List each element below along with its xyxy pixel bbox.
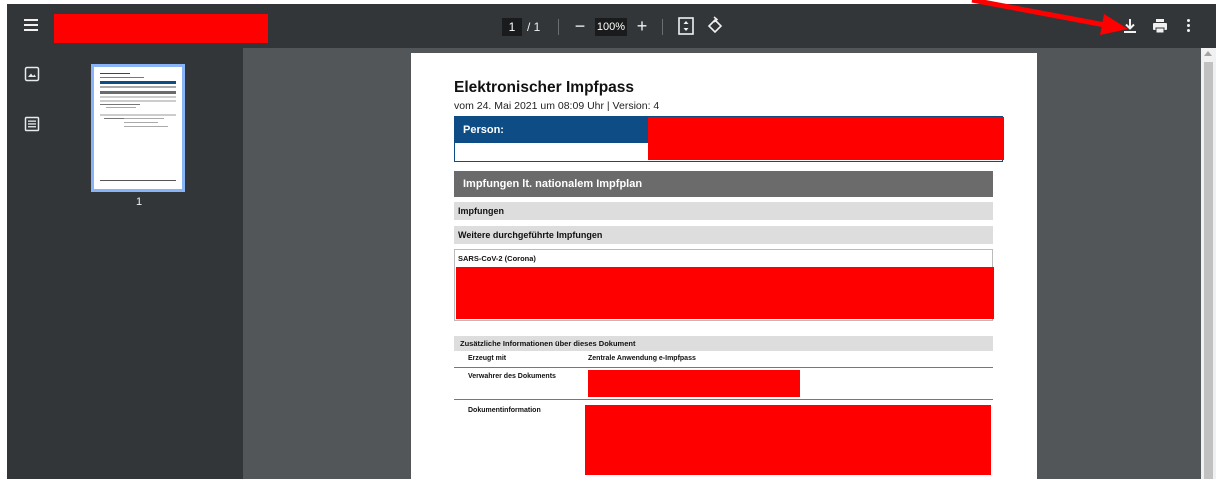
- scroll-up-arrow-icon[interactable]: [1204, 51, 1212, 56]
- section-bar-impfungen: [454, 202, 993, 220]
- fit-page-icon[interactable]: [678, 17, 694, 35]
- document-title: Elektronischer Impfpass: [454, 79, 635, 96]
- row-key-dokumentinformation: Dokumentinformation: [468, 407, 541, 414]
- page-number-input[interactable]: 1: [502, 18, 522, 36]
- thumbnail-page-number: 1: [135, 196, 143, 208]
- toolbar-divider: [662, 19, 663, 35]
- outline-view-icon[interactable]: [24, 116, 40, 132]
- section-impfplan-label: Impfungen lt. nationalem Impfplan: [463, 178, 643, 190]
- viewer-toolbar: 1 / 1 − 100% +: [7, 4, 1216, 48]
- section-weitere-label: Weitere durchgeführte Impfungen: [458, 230, 603, 240]
- zoom-in-button[interactable]: +: [634, 14, 650, 38]
- redacted-vaccination-details: [456, 267, 994, 319]
- redacted-dokumentinformation: [585, 405, 991, 475]
- download-icon[interactable]: [1121, 17, 1139, 35]
- thumbnail-view-icon[interactable]: [24, 66, 40, 82]
- print-icon[interactable]: [1151, 17, 1169, 35]
- pdf-page: Elektronischer Impfpass vom 24. Mai 2021…: [411, 53, 1037, 479]
- redacted-person-info: [648, 117, 1004, 160]
- person-label: Person:: [463, 124, 504, 136]
- thumbnail-sidebar: 1: [7, 48, 243, 479]
- page-total: / 1: [527, 20, 541, 34]
- pdf-viewer: 1 / 1 − 100% + 1 Elektronischer Impfpass…: [7, 4, 1216, 479]
- toolbar-divider: [558, 19, 559, 35]
- redacted-verwahrer: [588, 370, 800, 397]
- section-impfungen-label: Impfungen: [458, 206, 504, 216]
- vertical-scrollbar[interactable]: [1201, 48, 1216, 479]
- row-key-verwahrer: Verwahrer des Dokuments: [468, 373, 556, 380]
- row-divider: [454, 367, 993, 368]
- rotate-icon[interactable]: [705, 16, 725, 36]
- row-key-erzeugt: Erzeugt mit: [468, 355, 507, 362]
- page-thumbnail[interactable]: [91, 64, 185, 192]
- scrollbar-thumb[interactable]: [1204, 62, 1213, 479]
- more-options-icon[interactable]: [1183, 17, 1193, 35]
- zoom-level-input[interactable]: 100%: [595, 18, 627, 36]
- row-value-erzeugt: Zentrale Anwendung e-Impfpass: [588, 355, 696, 362]
- info-header-label: Zusätzliche Informationen über dieses Do…: [460, 339, 636, 348]
- document-subtitle: vom 24. Mai 2021 um 08:09 Uhr | Version:…: [454, 100, 660, 112]
- zoom-out-button[interactable]: −: [571, 14, 589, 38]
- redacted-document-title: [54, 14, 268, 43]
- row-divider: [454, 399, 993, 400]
- menu-icon[interactable]: [19, 16, 43, 36]
- corona-label: SARS-CoV-2 (Corona): [458, 254, 536, 263]
